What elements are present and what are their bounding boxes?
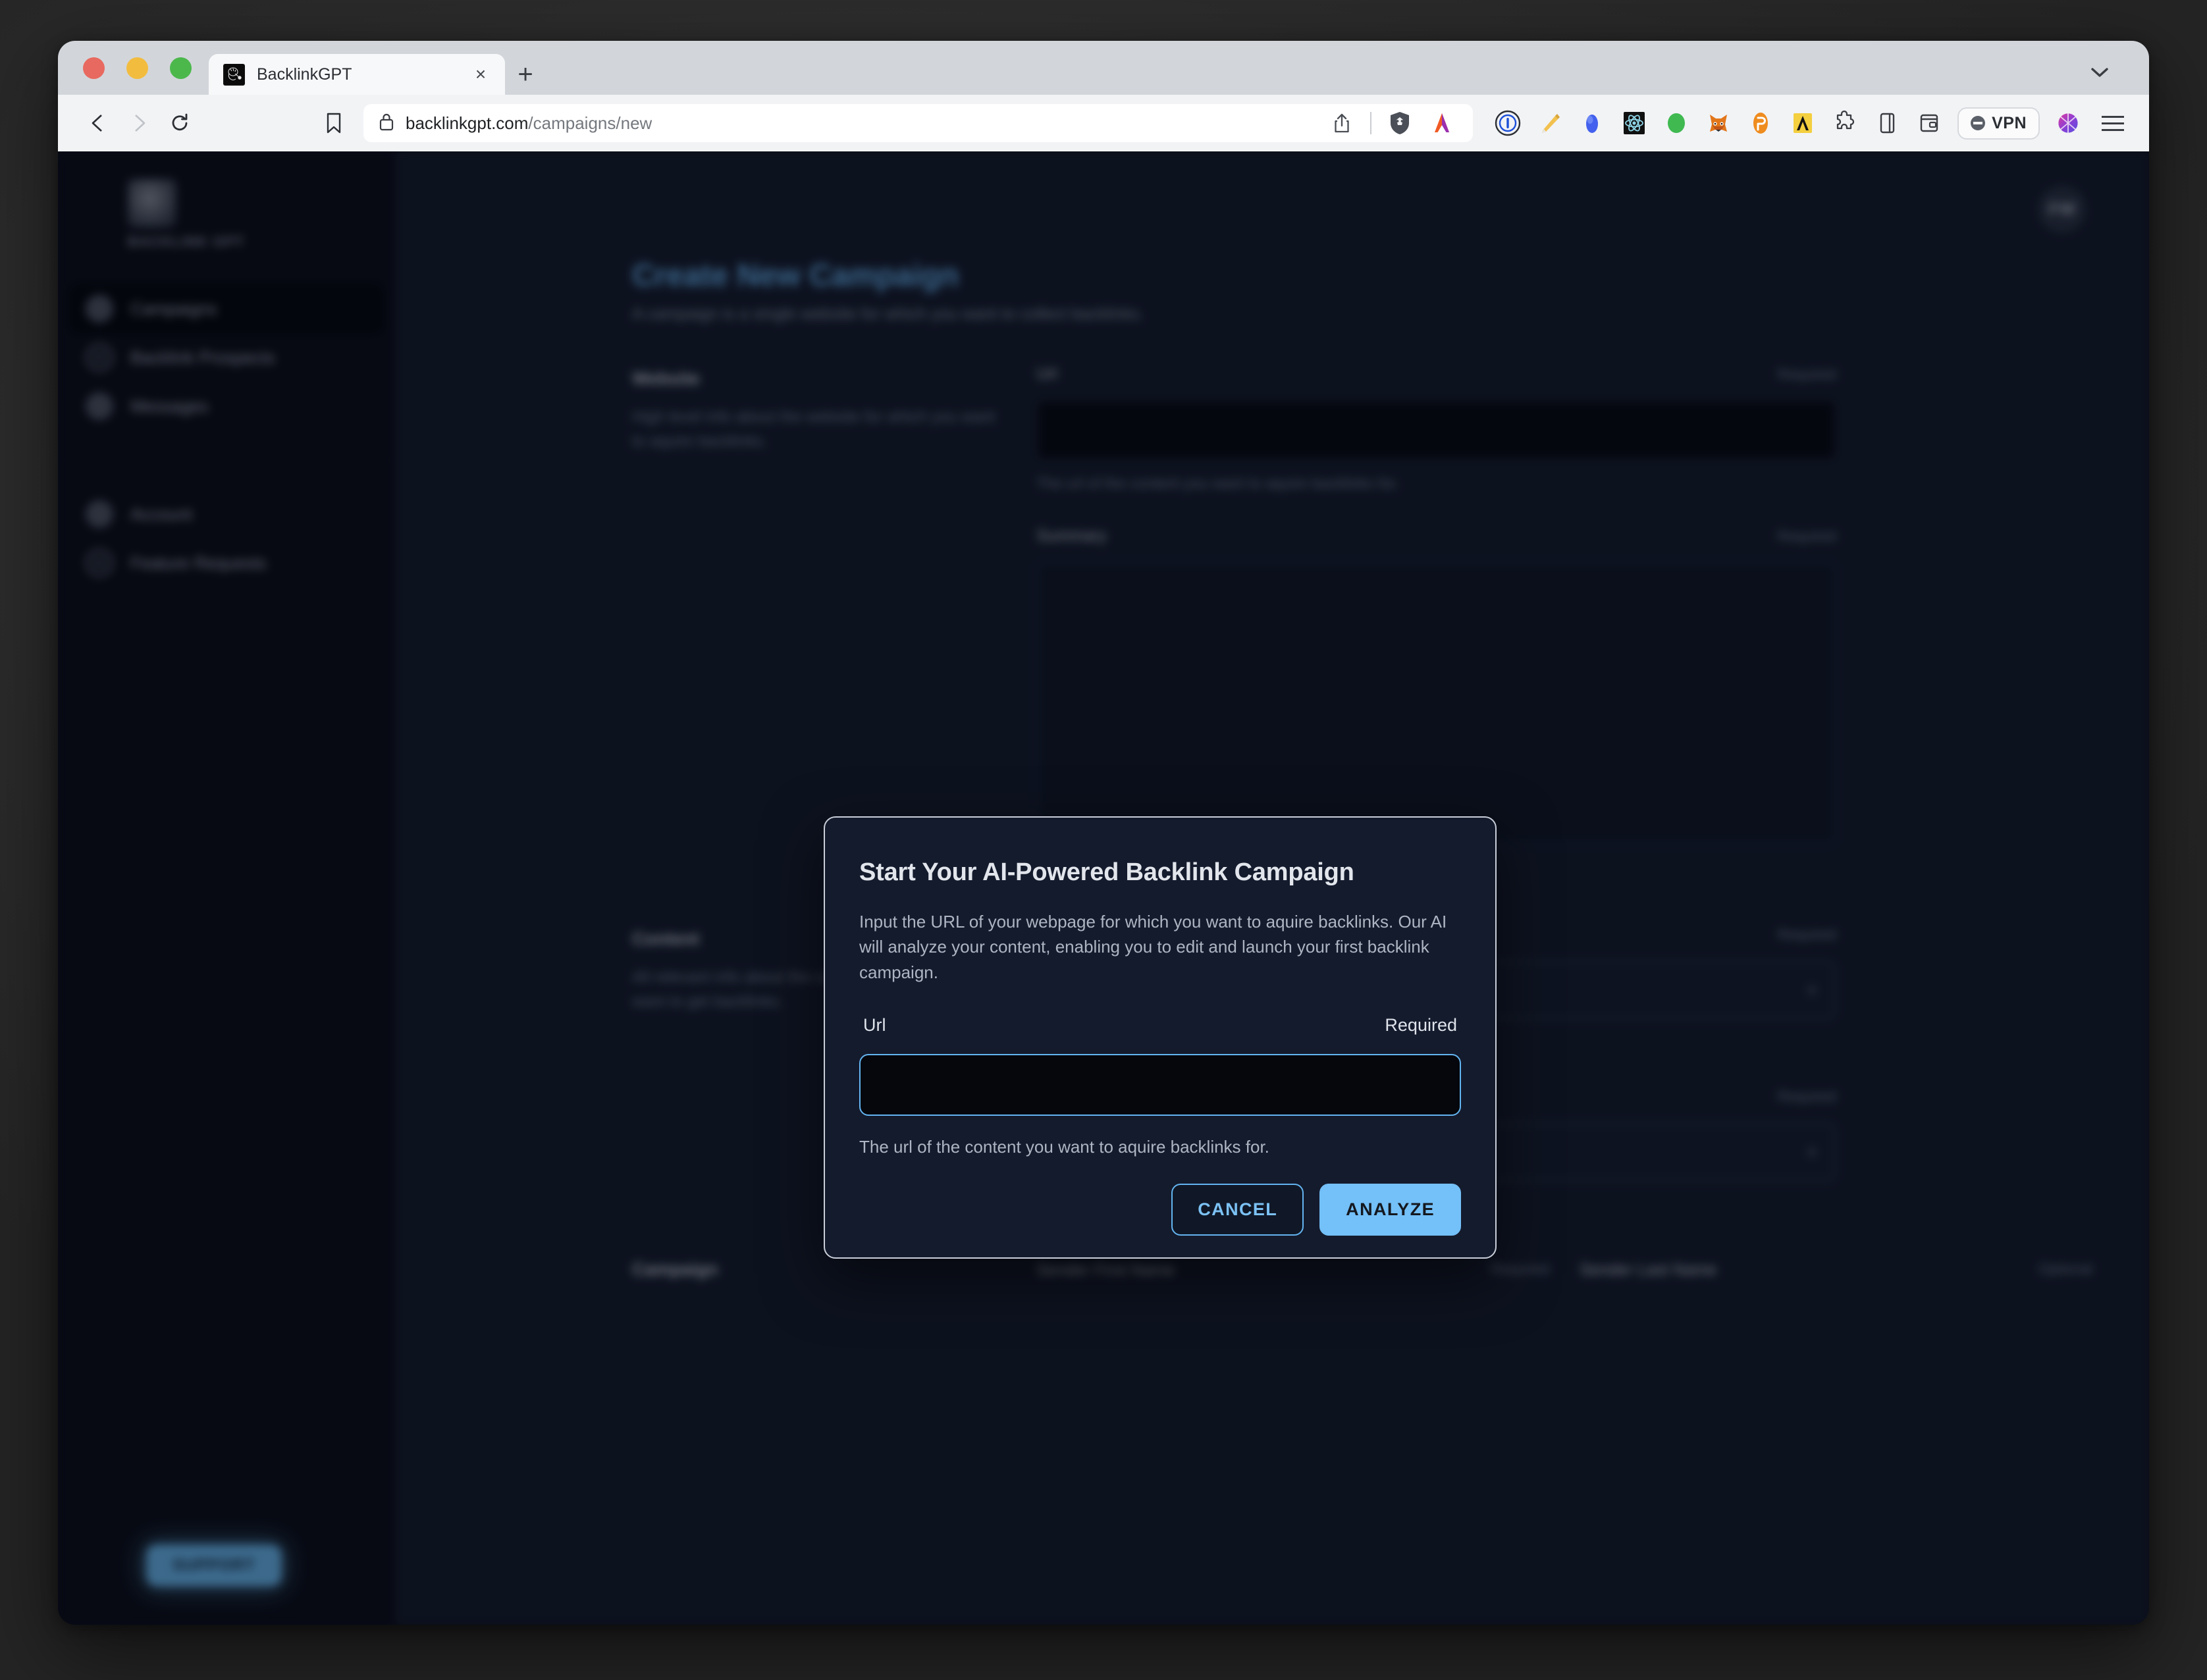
back-arrow-icon[interactable] <box>80 105 116 141</box>
wallet-icon[interactable] <box>1915 109 1943 137</box>
analyze-button[interactable]: ANALYZE <box>1319 1184 1461 1236</box>
reload-arrow-icon[interactable] <box>162 105 198 141</box>
vpn-button[interactable]: VPN <box>1957 107 2040 140</box>
modal-url-input[interactable] <box>859 1054 1461 1116</box>
browser-toolbar: backlinkgpt.com/campaigns/new <box>58 95 2149 151</box>
modal-description: Input the URL of your webpage for which … <box>859 909 1461 985</box>
metamask-fox-icon[interactable] <box>1705 109 1732 137</box>
pocket-icon[interactable] <box>1747 109 1774 137</box>
lock-icon <box>378 112 395 135</box>
modal-url-field-header: Url Required <box>859 1015 1461 1036</box>
minimize-window-button[interactable] <box>126 57 148 79</box>
profile-avatar-icon[interactable] <box>2054 109 2082 137</box>
blue-drop-icon[interactable] <box>1578 109 1606 137</box>
vpn-label: VPN <box>1992 114 2027 133</box>
hamburger-menu-icon[interactable] <box>2096 111 2129 136</box>
tab-strip: BacklinkGPT × + <box>58 41 2149 95</box>
bookmark-icon[interactable] <box>316 105 352 141</box>
browser-window: BacklinkGPT × + backlinkgpt <box>58 41 2149 1625</box>
cancel-button[interactable]: CANCEL <box>1171 1184 1304 1236</box>
extensions-bar: VPN <box>1490 107 2129 140</box>
url-text: backlinkgpt.com/campaigns/new <box>406 113 652 134</box>
modal-url-help: The url of the content you want to aquir… <box>859 1137 1461 1157</box>
extensions-puzzle-icon[interactable] <box>1831 109 1859 137</box>
share-icon[interactable] <box>1328 109 1356 137</box>
browser-tab[interactable]: BacklinkGPT × <box>209 54 505 95</box>
amp-icon[interactable] <box>1789 109 1817 137</box>
close-tab-button[interactable]: × <box>469 65 492 84</box>
highlighter-icon[interactable] <box>1536 109 1564 137</box>
brave-shield-icon[interactable] <box>1386 109 1414 137</box>
modal-title: Start Your AI-Powered Backlink Campaign <box>859 858 1461 887</box>
brave-rewards-icon[interactable] <box>1428 109 1456 137</box>
start-campaign-modal: Start Your AI-Powered Backlink Campaign … <box>824 816 1497 1259</box>
omnibox-actions <box>1328 109 1458 137</box>
new-tab-button[interactable]: + <box>505 54 546 95</box>
chevron-down-icon[interactable] <box>2090 63 2110 83</box>
url-bar[interactable]: backlinkgpt.com/campaigns/new <box>363 104 1473 142</box>
modal-actions: CANCEL ANALYZE <box>859 1184 1461 1236</box>
modal-url-required-badge: Required <box>1385 1015 1457 1036</box>
react-devtools-icon[interactable] <box>1620 109 1648 137</box>
forward-arrow-icon[interactable] <box>121 105 157 141</box>
sidebar-panel-icon[interactable] <box>1873 109 1901 137</box>
app-viewport: BACKLINK GPT Campaigns Backlink Prospect… <box>58 151 2149 1625</box>
green-circle-icon[interactable] <box>1662 109 1690 137</box>
url-domain: backlinkgpt.com <box>406 113 528 133</box>
tab-title: BacklinkGPT <box>257 65 458 84</box>
window-traffic-lights <box>78 41 209 95</box>
maximize-window-button[interactable] <box>170 57 192 79</box>
1password-icon[interactable] <box>1494 109 1522 137</box>
close-window-button[interactable] <box>83 57 105 79</box>
url-path: /campaigns/new <box>528 113 652 133</box>
backlinkgpt-favicon-icon <box>223 64 245 86</box>
modal-url-label: Url <box>863 1015 886 1036</box>
toolbar-divider <box>1370 112 1371 134</box>
vpn-shield-icon <box>1971 116 1985 130</box>
